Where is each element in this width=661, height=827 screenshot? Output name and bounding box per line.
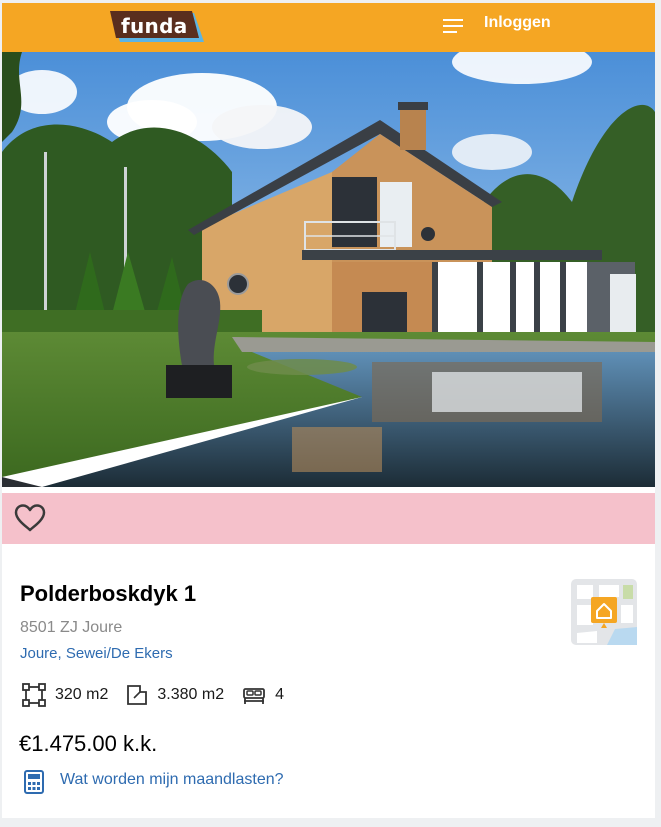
bed-icon <box>243 688 265 704</box>
living-area-icon <box>22 683 46 707</box>
plot-area-feature: 3.380 m2 <box>126 684 224 706</box>
login-link[interactable]: Inloggen <box>484 14 551 32</box>
plot-area-value: 3.380 m2 <box>157 686 225 703</box>
living-area-value: 320 m2 <box>55 686 109 703</box>
heart-outline-icon[interactable] <box>13 503 47 533</box>
monthly-costs-link[interactable]: Wat worden mijn maandlasten? <box>60 771 284 789</box>
bedrooms-feature: 4 <box>242 685 284 705</box>
map-thumbnail-icon[interactable] <box>571 579 637 645</box>
postal-code: 8501 ZJ Joure <box>20 619 123 636</box>
hamburger-menu-icon[interactable] <box>443 19 463 33</box>
bedrooms-value: 4 <box>275 686 284 703</box>
plot-area-icon <box>127 685 148 705</box>
neighbourhood-link[interactable]: Joure, Sewei/De Ekers <box>20 645 173 662</box>
features-row: 320 m2 3.380 m2 4 <box>22 683 302 707</box>
top-header: funda Inloggen <box>2 3 655 52</box>
listing-photo[interactable] <box>2 52 655 487</box>
listing-price: €1.475.00 k.k. <box>19 731 158 756</box>
favorite-bar <box>2 493 655 544</box>
listing-title[interactable]: Polderboskdyk 1 <box>20 581 196 607</box>
living-area-feature: 320 m2 <box>22 683 108 707</box>
funda-logo[interactable]: funda <box>106 9 206 45</box>
calculator-icon <box>24 770 44 794</box>
logo-text: funda <box>121 14 188 38</box>
listing-card-frame: funda Inloggen Polderboskdyk 1 8501 ZJ J… <box>2 3 655 818</box>
